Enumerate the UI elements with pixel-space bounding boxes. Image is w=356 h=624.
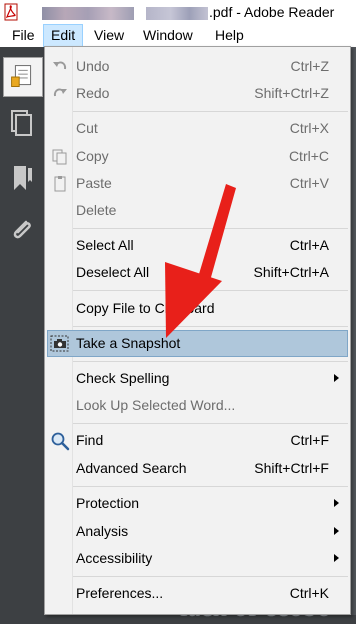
menu-view[interactable]: View (87, 24, 131, 47)
menu-item-shortcut: Shift+Ctrl+Z (254, 85, 329, 101)
menu-item-shortcut: Ctrl+F (290, 432, 330, 448)
menu-item-select-all[interactable]: Select All Ctrl+A (47, 232, 348, 259)
menu-item-protection[interactable]: Protection (47, 490, 348, 517)
menu-item-label: Accessibility (76, 550, 153, 566)
menu-separator (73, 326, 348, 327)
menu-item-shortcut: Shift+Ctrl+F (254, 460, 329, 476)
menu-item-shortcut: Ctrl+C (288, 148, 329, 164)
menu-separator (73, 290, 348, 291)
menu-item-label: Find (76, 432, 104, 448)
camera-icon (50, 335, 69, 352)
navigation-pane (0, 47, 44, 615)
find-icon (51, 432, 70, 451)
menu-item-label: Look Up Selected Word... (76, 397, 236, 413)
menu-item-shortcut: Ctrl+A (289, 237, 329, 253)
menu-item-label: Delete (76, 202, 117, 218)
submenu-arrow-icon (334, 499, 339, 507)
menu-item-label: Paste (76, 175, 112, 191)
menu-item-shortcut: Ctrl+Z (290, 58, 330, 74)
menu-item-take-a-snapshot[interactable]: Take a Snapshot (47, 330, 348, 357)
menu-separator (73, 423, 348, 424)
title-bar: .pdf - Adobe Reader (0, 0, 356, 24)
menu-item-label: Redo (76, 85, 110, 101)
menu-item-label: Take a Snapshot (76, 335, 181, 351)
menu-item-label: Deselect All (76, 264, 150, 280)
menu-item-redo[interactable]: Redo Shift+Ctrl+Z (47, 80, 348, 107)
menu-item-deselect-all[interactable]: Deselect All Shift+Ctrl+A (47, 259, 348, 286)
menu-item-undo[interactable]: Undo Ctrl+Z (47, 53, 348, 80)
attachments-tool[interactable] (6, 214, 38, 246)
pages-tool[interactable] (6, 107, 38, 139)
menu-item-accessibility[interactable]: Accessibility (47, 545, 348, 572)
undo-icon (53, 61, 67, 70)
menu-item-label: Advanced Search (76, 460, 187, 476)
title-blurred-segment (42, 7, 134, 20)
menu-item-copy[interactable]: Copy Ctrl+C (47, 143, 348, 170)
properties-tool[interactable] (3, 57, 43, 97)
title-blurred-segment (146, 7, 208, 20)
menu-item-find[interactable]: Find Ctrl+F (47, 427, 348, 454)
menu-item-preferences[interactable]: Preferences... Ctrl+K (47, 580, 348, 607)
submenu-arrow-icon (334, 527, 339, 535)
menu-separator (73, 486, 348, 487)
menu-item-shortcut: Ctrl+X (289, 120, 329, 136)
menu-item-label: Analysis (76, 523, 129, 539)
menu-item-shortcut: Shift+Ctrl+A (253, 264, 329, 280)
copy-icon (52, 149, 67, 165)
menu-separator (73, 361, 348, 362)
menu-window[interactable]: Window (136, 24, 200, 47)
menu-item-cut[interactable]: Cut Ctrl+X (47, 115, 348, 142)
window-title: .pdf - Adobe Reader (209, 4, 335, 20)
edit-menu: Undo Ctrl+Z Redo Shift+Ctrl+Z Cut Ctrl+X… (44, 46, 351, 615)
menu-file[interactable]: File (5, 24, 42, 47)
menu-item-copy-file-to-clipboard[interactable]: Copy File to Clipboard (47, 295, 348, 322)
menu-item-label: Protection (76, 495, 140, 511)
document-scrollbar[interactable] (351, 47, 356, 615)
menu-item-paste[interactable]: Paste Ctrl+V (47, 170, 348, 197)
submenu-arrow-icon (334, 374, 339, 382)
menu-item-shortcut: Ctrl+K (289, 585, 329, 601)
menu-item-label: Check Spelling (76, 370, 170, 386)
menu-separator (73, 228, 348, 229)
paste-icon (54, 176, 66, 192)
menu-item-shortcut: Ctrl+V (289, 175, 329, 191)
bookmarks-tool[interactable] (6, 162, 38, 194)
menu-item-check-spelling[interactable]: Check Spelling (47, 365, 348, 392)
bookmark-icon (14, 166, 32, 190)
menu-item-label: Select All (76, 237, 134, 253)
menu-item-label: Cut (76, 120, 98, 136)
menu-separator (73, 576, 348, 577)
menu-separator (73, 111, 348, 112)
menu-item-label: Copy (76, 148, 109, 164)
menu-item-advanced-search[interactable]: Advanced Search Shift+Ctrl+F (47, 455, 348, 482)
menu-item-look-up-selected-word[interactable]: Look Up Selected Word... (47, 392, 348, 419)
submenu-arrow-icon (334, 554, 339, 562)
menu-help[interactable]: Help (208, 24, 251, 47)
menu-item-analysis[interactable]: Analysis (47, 518, 348, 545)
attachment-icon (13, 220, 31, 239)
menu-item-label: Undo (76, 58, 110, 74)
menu-item-label: Copy File to Clipboard (76, 300, 215, 316)
pages-icon (11, 110, 32, 136)
menu-item-delete[interactable]: Delete (47, 197, 348, 224)
redo-icon (53, 88, 67, 97)
menu-item-label: Preferences... (76, 585, 164, 601)
menu-edit[interactable]: Edit (43, 24, 84, 47)
menu-bar: File Edit View Window Help (0, 24, 356, 48)
document-icon (11, 65, 32, 87)
pdf-app-icon (4, 3, 18, 21)
